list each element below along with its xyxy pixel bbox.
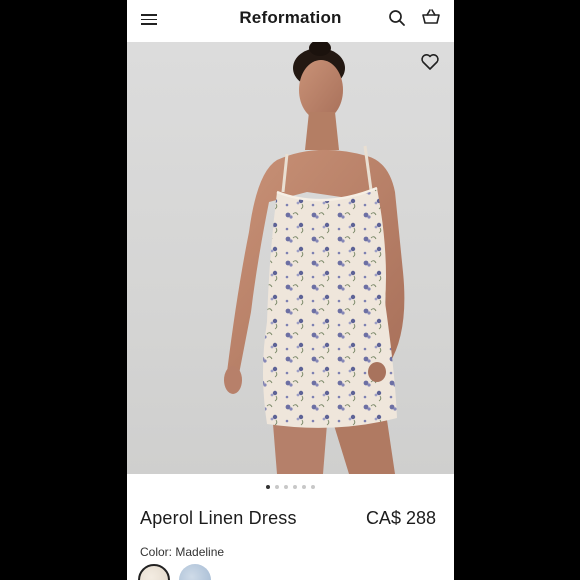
carousel-dot-1[interactable] (266, 485, 270, 489)
carousel-dot-6[interactable] (311, 485, 315, 489)
product-price: CA$ 288 (365, 508, 436, 528)
phone-screen: Reformation Aperol Linen Dress CA$ 288 C… (127, 0, 454, 580)
heart-icon[interactable] (420, 52, 440, 72)
carousel-dots (127, 485, 454, 489)
search-icon[interactable] (388, 9, 406, 27)
product-title: Aperol Linen Dress (140, 508, 297, 528)
top-nav-bar: Reformation (127, 0, 454, 42)
color-label: Color: Madeline (140, 545, 225, 559)
carousel-dot-2[interactable] (275, 485, 279, 489)
product-image[interactable] (127, 42, 454, 474)
carousel-dot-3[interactable] (284, 485, 288, 489)
carousel-dot-4[interactable] (293, 485, 297, 489)
carousel-dot-5[interactable] (302, 485, 306, 489)
swatch-blue-floral[interactable] (179, 564, 211, 580)
swatch-madeline[interactable] (138, 564, 170, 580)
shopping-basket-icon[interactable] (421, 8, 441, 26)
